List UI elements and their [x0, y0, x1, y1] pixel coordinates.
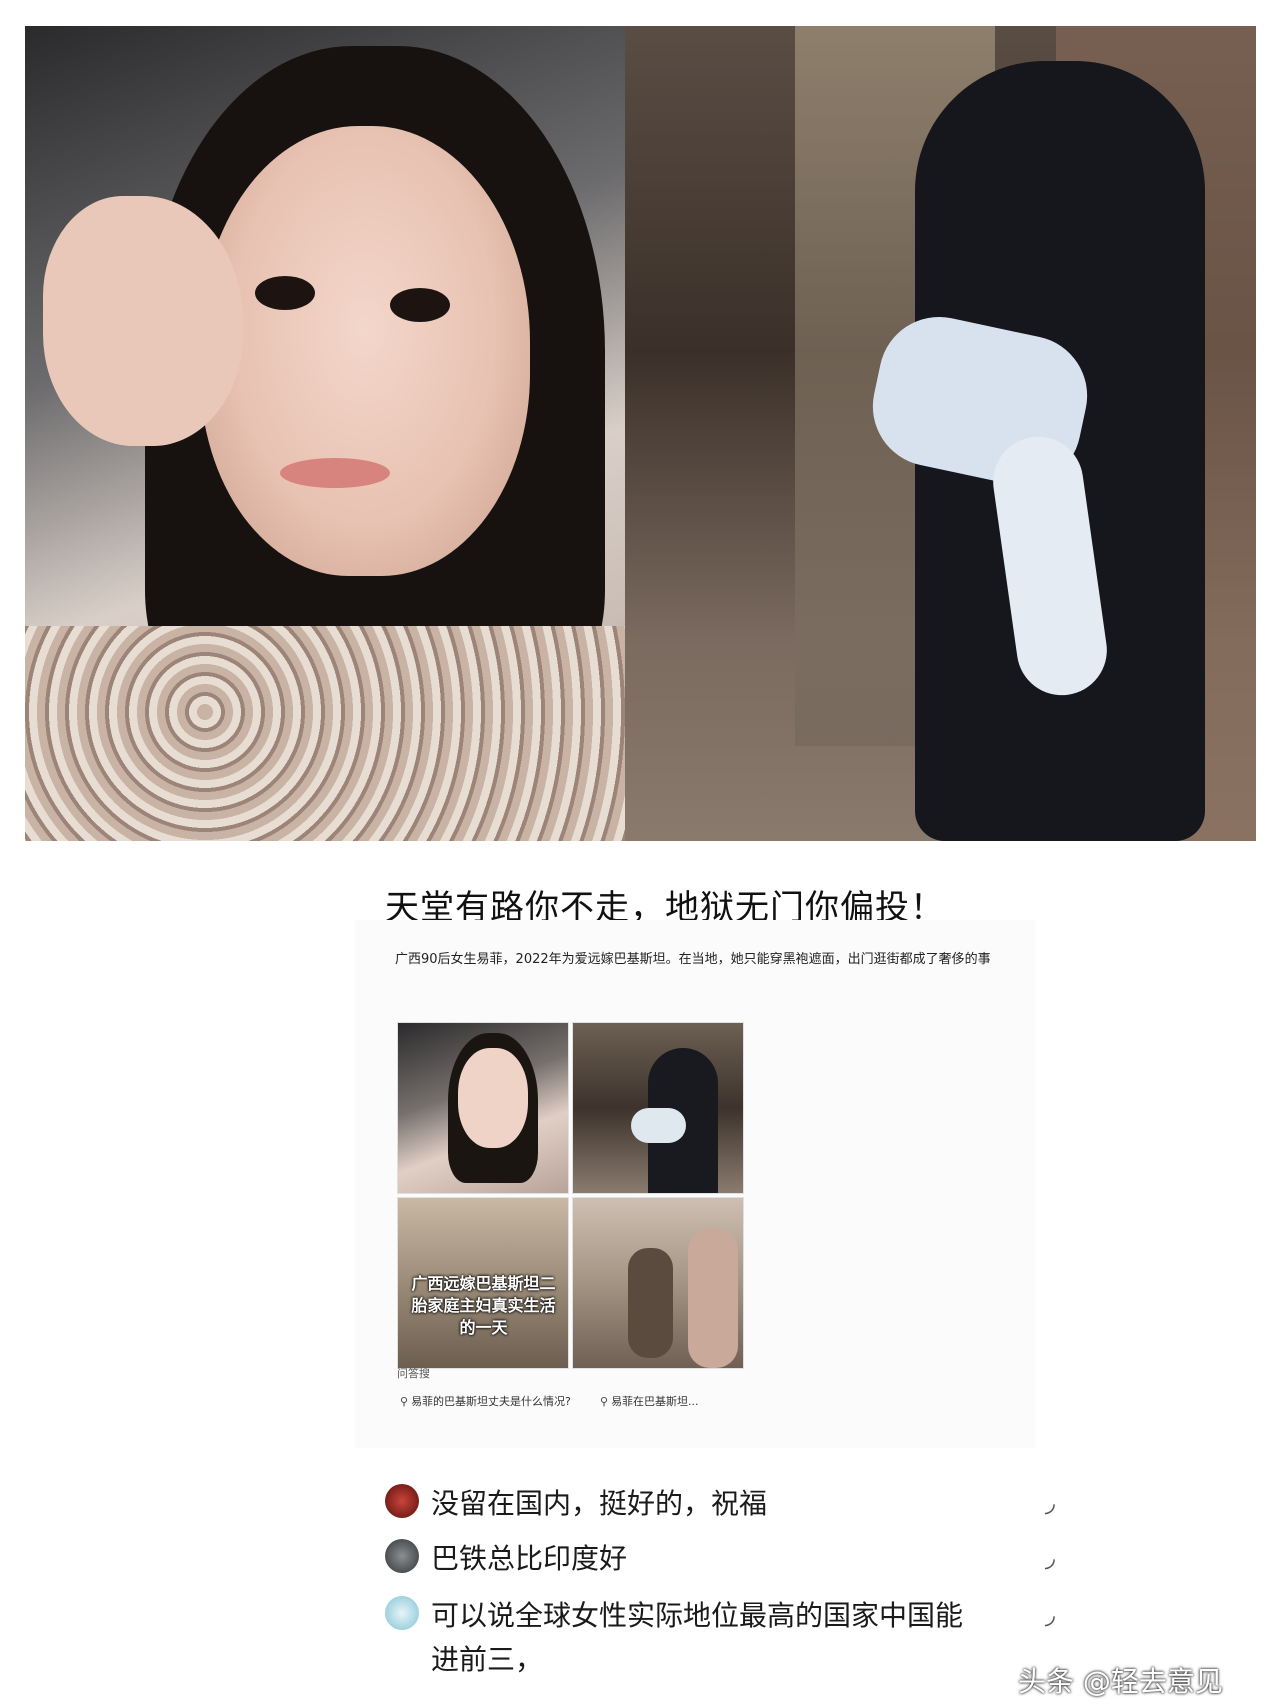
thumbnail-grid: 广西远嫁巴基斯坦二胎家庭主妇真实生活的一天: [397, 1022, 744, 1369]
ask-label: 问答搜: [397, 1367, 430, 1380]
embedded-post-card: 广西90后女生易菲，2022年为爱远嫁巴基斯坦。在当地，她只能穿黑袍遮面，出门逛…: [355, 920, 1035, 1448]
black-robe-photo: [625, 26, 1256, 841]
floral-dress: [25, 626, 625, 841]
search-suggestion[interactable]: ⚲ 易菲在巴基斯坦...: [600, 1393, 699, 1409]
selfie-photo: [25, 26, 625, 841]
card-text: 广西90后女生易菲，2022年为爱远嫁巴基斯坦。在当地，她只能穿黑袍遮面，出门逛…: [395, 952, 991, 967]
thumb-child: [628, 1248, 673, 1358]
search-suggestion[interactable]: ⚲ 易菲的巴基斯坦丈夫是什么情况?: [400, 1393, 571, 1409]
reply-icon[interactable]: ◞: [1045, 1543, 1055, 1573]
thumb-woman: [688, 1228, 738, 1368]
search-icon: ⚲: [600, 1395, 609, 1408]
comment-item: 没留在国内，挺好的，祝福 ◞: [385, 1482, 1065, 1526]
peace-sign-hand: [43, 196, 243, 446]
thumbnail-caption: 广西远嫁巴基斯坦二胎家庭主妇真实生活的一天: [411, 1274, 556, 1337]
comment-text: 巴铁总比印度好: [431, 1542, 628, 1575]
thumbnail-family[interactable]: [572, 1197, 744, 1369]
hero-photo: [25, 26, 1256, 841]
watermark: 头条 @轻去意见: [1018, 1665, 1223, 1698]
avatar[interactable]: [385, 1539, 419, 1573]
comment-text: 可以说全球女性实际地位最高的国家中国能进前三，: [431, 1599, 964, 1676]
thumb-face: [458, 1048, 528, 1148]
reply-icon[interactable]: ◞: [1045, 1600, 1055, 1630]
comment-item: 巴铁总比印度好 ◞: [385, 1537, 1065, 1581]
avatar[interactable]: [385, 1596, 419, 1630]
thumbnail-selfie[interactable]: [397, 1022, 569, 1194]
avatar[interactable]: [385, 1484, 419, 1518]
comment-text: 没留在国内，挺好的，祝福: [431, 1487, 768, 1520]
thumbnail-housework[interactable]: 广西远嫁巴基斯坦二胎家庭主妇真实生活的一天: [397, 1197, 569, 1369]
reply-icon[interactable]: ◞: [1045, 1488, 1055, 1518]
thumbnail-robe[interactable]: [572, 1022, 744, 1194]
comment-item: 可以说全球女性实际地位最高的国家中国能进前三， ◞: [385, 1594, 1065, 1682]
eye-left: [255, 276, 315, 310]
face: [200, 126, 530, 576]
thumb-baby: [631, 1108, 686, 1143]
search-icon: ⚲: [400, 1395, 409, 1408]
lips: [280, 458, 390, 488]
eye-right: [390, 288, 450, 322]
